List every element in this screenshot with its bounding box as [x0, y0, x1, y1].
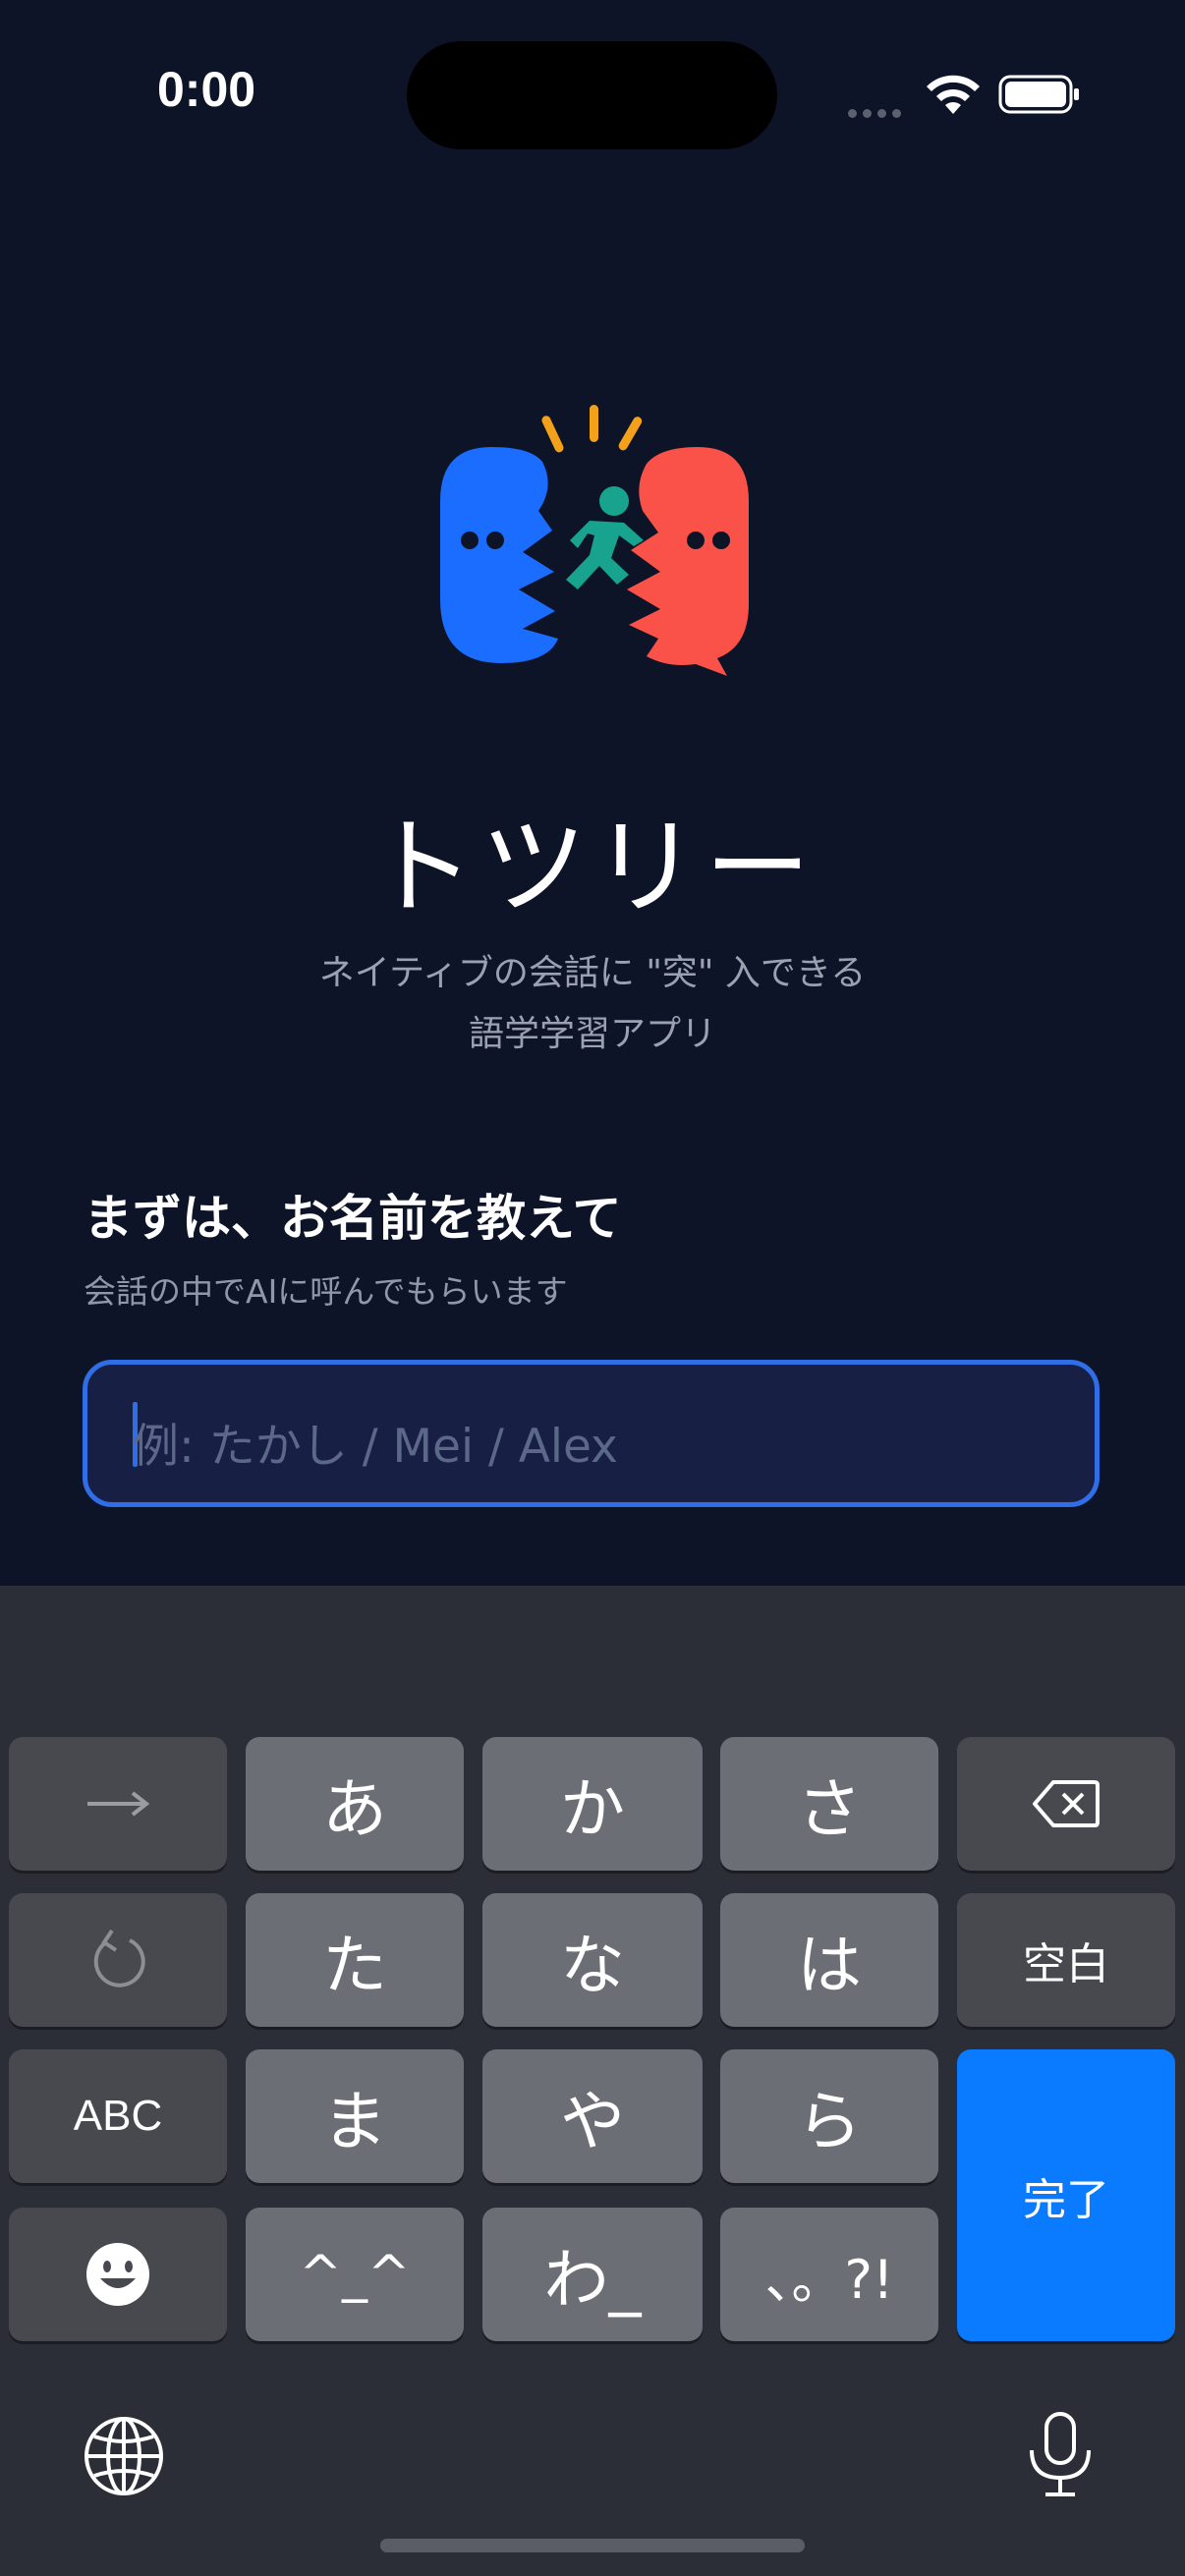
status-time: 0:00 — [157, 62, 256, 117]
arrow-right-icon — [87, 1791, 150, 1817]
abc-key[interactable]: ABC — [9, 2049, 227, 2183]
key-ka[interactable]: か — [482, 1737, 703, 1871]
tagline-line-2: 語学学習アプリ — [468, 1014, 716, 1054]
emoji-key[interactable] — [9, 2208, 227, 2341]
japanese-kana-keyboard: あ か さ た な は 空白 ABC ま や ら 完了 ^_^ わ_ 、。?! — [0, 1586, 1185, 2576]
next-candidate-key[interactable] — [9, 1737, 227, 1871]
key-punctuation[interactable]: 、。?! — [720, 2208, 938, 2341]
undo-key[interactable] — [9, 1893, 227, 2027]
emoji-icon — [86, 2243, 149, 2306]
tagline-line-1: ネイティブの会話に "突" 入できる — [318, 953, 867, 993]
battery-icon — [998, 75, 1079, 114]
dynamic-island — [407, 41, 777, 149]
key-ta[interactable]: た — [246, 1893, 464, 2027]
key-kaomoji[interactable]: ^_^ — [246, 2208, 464, 2341]
microphone-icon[interactable] — [1024, 2411, 1097, 2499]
name-input-field[interactable]: 例: たかし / Mei / Alex — [83, 1360, 1100, 1507]
app-logo — [440, 405, 749, 676]
delete-key[interactable] — [957, 1737, 1175, 1871]
key-wa[interactable]: わ_ — [482, 2208, 703, 2341]
name-input-placeholder: 例: たかし / Mei / Alex — [133, 1420, 618, 1474]
key-sa[interactable]: さ — [720, 1737, 938, 1871]
key-a[interactable]: あ — [246, 1737, 464, 1871]
key-na[interactable]: な — [482, 1893, 703, 2027]
home-indicator[interactable] — [380, 2539, 805, 2552]
globe-icon[interactable] — [83, 2415, 165, 2497]
app-tagline: ネイティブの会話に "突" 入できる 語学学習アプリ — [0, 943, 1185, 1065]
key-ya[interactable]: や — [482, 2049, 703, 2183]
undo-icon — [93, 1929, 145, 1988]
space-key[interactable]: 空白 — [957, 1893, 1175, 2027]
key-ra[interactable]: ら — [720, 2049, 938, 2183]
key-ha[interactable]: は — [720, 1893, 938, 2027]
cellular-signal-icon — [848, 103, 907, 122]
done-key[interactable]: 完了 — [957, 2049, 1175, 2341]
name-prompt-subtext: 会話の中でAIに呼んでもらいます — [84, 1272, 568, 1311]
wifi-icon — [927, 75, 980, 114]
app-title: トツリー — [367, 807, 817, 929]
key-ma[interactable]: ま — [246, 2049, 464, 2183]
name-prompt-heading: まずは、お名前を教えて — [84, 1190, 622, 1247]
delete-backward-icon — [1033, 1780, 1100, 1827]
